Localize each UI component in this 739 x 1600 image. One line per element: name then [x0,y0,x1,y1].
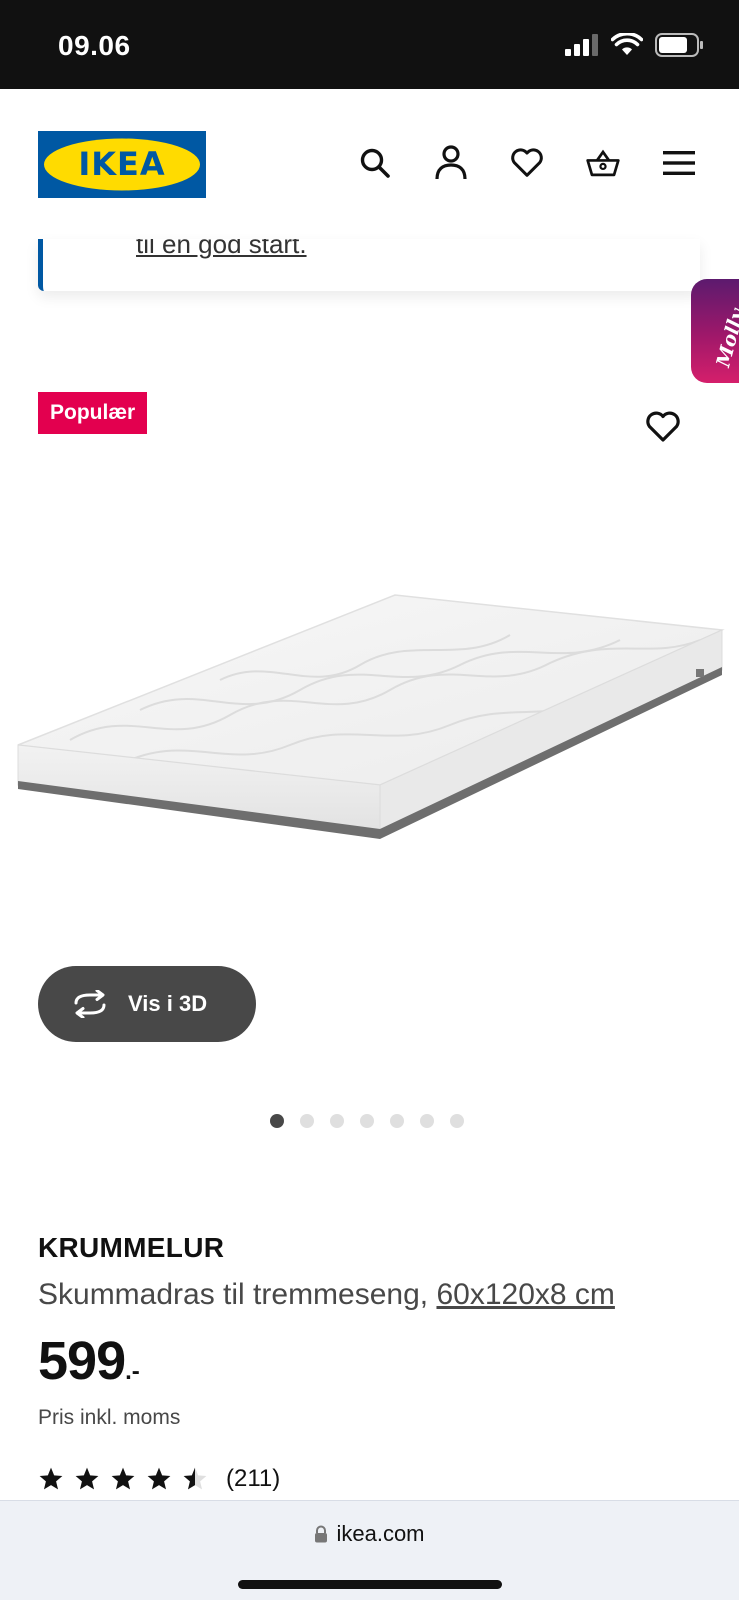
shopping-basket-icon [586,149,620,177]
carousel-dot[interactable] [300,1114,314,1128]
star-filled-icon [39,1467,63,1490]
ikea-logo[interactable]: IKEA [38,131,206,198]
cellular-signal-icon [565,34,598,56]
favorites-button[interactable] [510,143,544,183]
header-actions [358,143,696,183]
assistant-tab[interactable]: Molly [691,279,739,383]
site-header: IKEA [0,89,739,239]
product-type: Skummadras til tremmeseng, [38,1278,429,1311]
product-price: 599 .- [38,1330,140,1392]
review-count: (211) [226,1465,281,1492]
rotate-3d-icon [74,990,106,1018]
hamburger-menu-icon [663,151,695,175]
star-filled-icon [111,1467,135,1490]
notice-card: til en god start. [38,239,700,291]
heart-icon [646,411,680,442]
account-button[interactable] [434,143,468,183]
popular-badge: Populær [38,392,148,434]
product-description: Skummadras til tremmeseng, 60x120x8 cm [38,1278,615,1312]
carousel-dot[interactable] [390,1114,404,1128]
ikea-logo-text: IKEA [78,145,166,183]
search-button[interactable] [358,143,392,183]
carousel-dot[interactable] [420,1114,434,1128]
view-in-3d-button[interactable]: Vis i 3D [38,966,256,1042]
star-filled-icon [147,1467,171,1490]
status-time: 09.06 [58,30,131,61]
account-icon [435,145,467,180]
home-indicator[interactable] [238,1580,502,1589]
address-bar[interactable]: ikea.com [0,1521,739,1547]
menu-button[interactable] [662,143,696,183]
product-rating[interactable]: (211) [38,1465,280,1493]
carousel-dot[interactable] [270,1114,284,1128]
carousel-dot[interactable] [450,1114,464,1128]
product-name: KRUMMELUR [38,1232,225,1263]
status-bar: 09.06 [0,0,739,89]
lock-icon [315,1525,328,1543]
price-note: Pris inkl. moms [38,1406,181,1429]
price-integer: 599 [38,1331,126,1391]
product-size-link[interactable]: 60x120x8 cm [436,1278,614,1311]
shopping-basket-button[interactable] [586,143,620,183]
notice-link[interactable]: til en god start. [136,239,307,260]
view-in-3d-label: Vis i 3D [128,991,208,1016]
url-text: ikea.com [336,1521,425,1546]
product-favorite-button[interactable] [645,410,681,444]
carousel-dot[interactable] [360,1114,374,1128]
search-icon [360,148,390,178]
assistant-tab-label: Molly [712,306,739,370]
product-image[interactable] [10,585,730,855]
battery-icon [655,33,703,57]
wifi-icon [611,33,643,55]
price-suffix: .- [125,1358,140,1385]
favorites-heart-icon [511,148,543,177]
rating-stars [38,1466,208,1492]
status-icons [565,33,703,57]
carousel-dot[interactable] [330,1114,344,1128]
star-filled-icon [75,1467,99,1490]
browser-bottom-bar: ikea.com [0,1500,739,1600]
star-half-icon [183,1467,207,1490]
image-carousel-dots [270,1114,464,1128]
